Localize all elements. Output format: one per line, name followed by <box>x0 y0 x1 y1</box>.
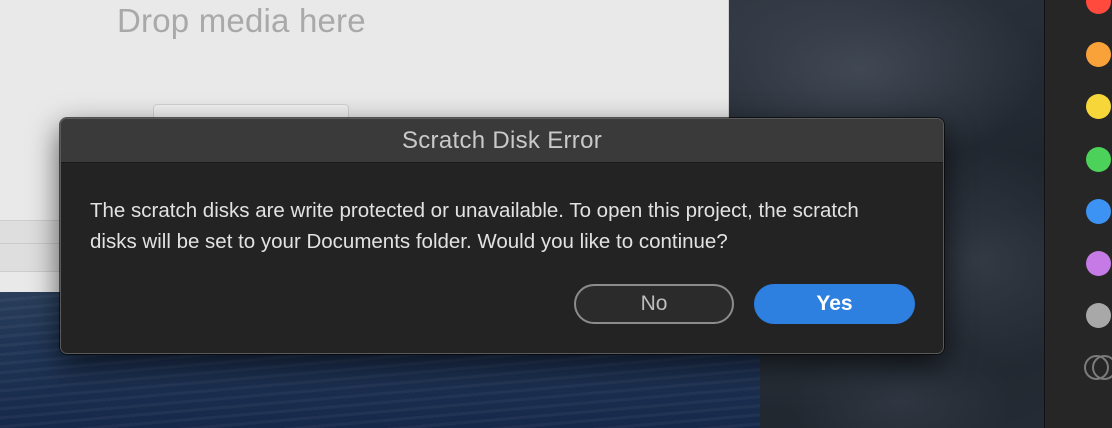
yellow-label-dot[interactable] <box>1086 94 1111 119</box>
yes-button[interactable]: Yes <box>754 284 915 324</box>
no-button[interactable]: No <box>574 284 734 324</box>
drop-media-text: Drop media here <box>117 2 366 39</box>
dialog-message: The scratch disks are write protected or… <box>90 199 859 253</box>
purple-label-dot[interactable] <box>1086 251 1111 276</box>
dialog-titlebar: Scratch Disk Error <box>61 119 943 163</box>
color-label-sidebar <box>1044 0 1112 428</box>
all-tags-icon[interactable] <box>1084 355 1112 380</box>
dialog-title: Scratch Disk Error <box>401 126 603 154</box>
scratch-disk-error-dialog: Scratch Disk Error The scratch disks are… <box>60 118 944 354</box>
orange-label-dot[interactable] <box>1086 42 1111 67</box>
blue-label-dot[interactable] <box>1086 199 1111 224</box>
gray-label-dot[interactable] <box>1086 303 1111 328</box>
green-label-dot[interactable] <box>1086 147 1111 172</box>
red-label-dot[interactable] <box>1086 0 1111 14</box>
